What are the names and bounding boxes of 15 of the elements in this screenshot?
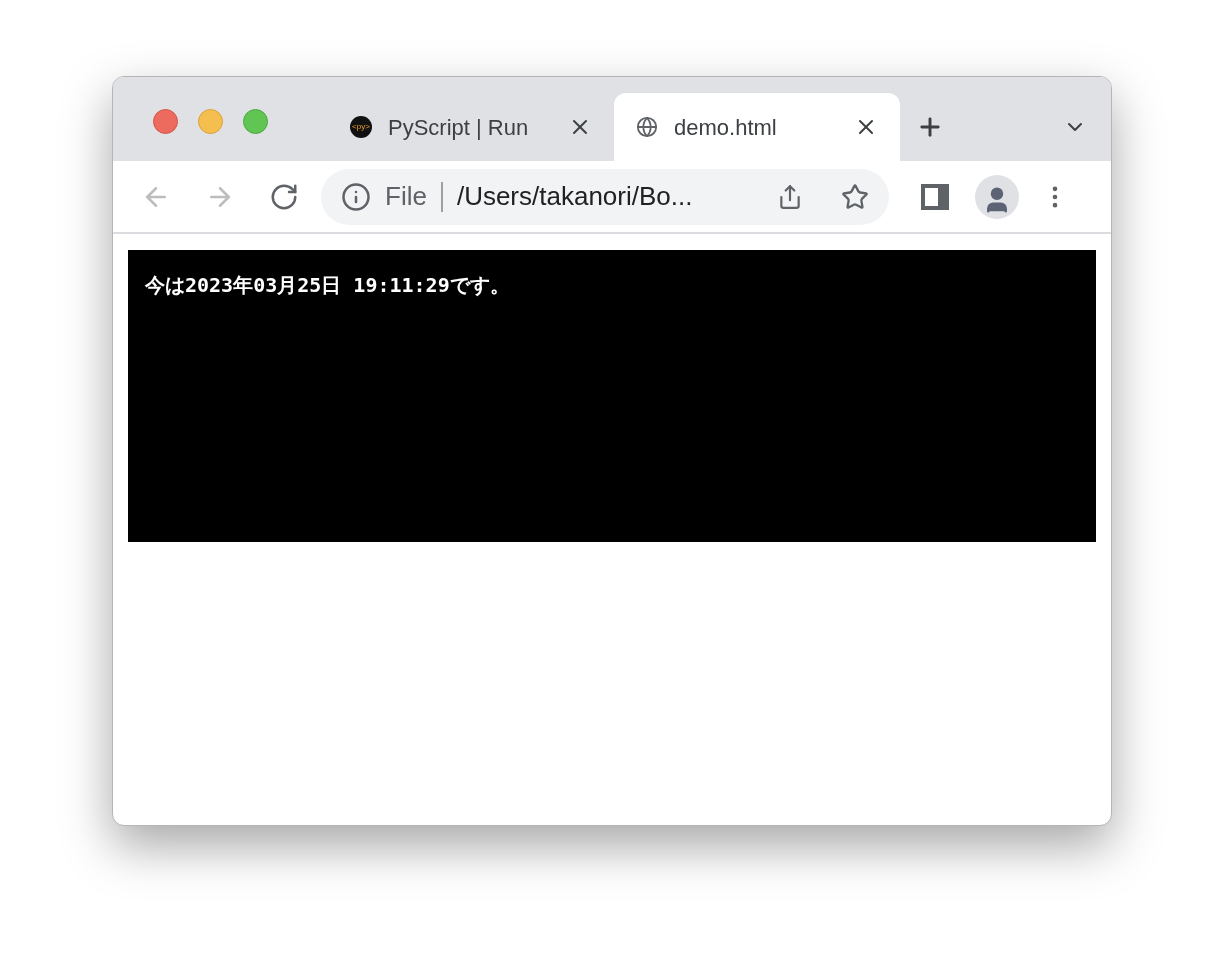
globe-icon <box>636 116 658 138</box>
info-icon[interactable] <box>341 181 371 212</box>
close-window-button[interactable] <box>153 109 178 134</box>
output-text: 今は2023年03月25日 19:11:29です。 <box>145 273 510 297</box>
share-icon[interactable] <box>777 183 803 210</box>
scheme-label: File <box>385 180 427 213</box>
side-panel-icon[interactable] <box>921 183 949 210</box>
python-logo-icon: <py> <box>350 116 372 138</box>
star-icon[interactable] <box>841 182 869 211</box>
address-bar[interactable]: File /Users/takanori/Bo... <box>321 168 889 225</box>
tab-title: PyScript | Run <box>388 113 530 142</box>
url-text: /Users/takanori/Bo... <box>456 180 694 213</box>
profile-avatar[interactable] <box>975 174 1019 219</box>
tab-title: demo.html <box>674 113 778 142</box>
browser-tab[interactable]: demo.html <box>614 93 900 161</box>
